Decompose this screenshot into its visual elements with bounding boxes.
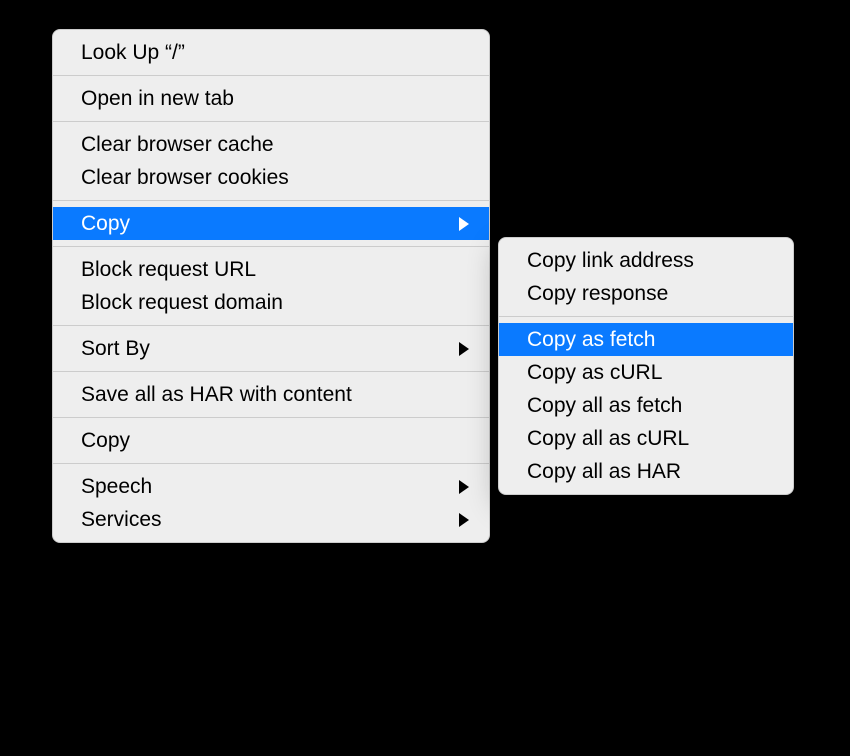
menu-item-label: Block request URL [81, 258, 256, 282]
menu-item-label: Copy as fetch [527, 328, 655, 352]
menu-item-label: Copy [81, 212, 130, 236]
menu-separator [53, 75, 489, 76]
menu-separator [53, 463, 489, 464]
menu-item-lookup[interactable]: Look Up “/” [53, 36, 489, 69]
menu-item-copy-all-as-har[interactable]: Copy all as HAR [499, 455, 793, 488]
menu-item-save-har[interactable]: Save all as HAR with content [53, 378, 489, 411]
menu-item-clear-cache[interactable]: Clear browser cache [53, 128, 489, 161]
submenu-arrow-icon [459, 480, 469, 494]
menu-item-label: Clear browser cookies [81, 166, 289, 190]
menu-item-label: Look Up “/” [81, 41, 185, 65]
menu-separator [53, 200, 489, 201]
menu-item-label: Speech [81, 475, 152, 499]
menu-separator [53, 246, 489, 247]
menu-item-label: Copy link address [527, 249, 694, 273]
menu-item-copy-link-address[interactable]: Copy link address [499, 244, 793, 277]
menu-item-label: Copy all as cURL [527, 427, 689, 451]
menu-item-speech[interactable]: Speech [53, 470, 489, 503]
copy-submenu: Copy link address Copy response Copy as … [498, 237, 794, 495]
main-context-menu: Look Up “/” Open in new tab Clear browse… [52, 29, 490, 543]
menu-item-copy-response[interactable]: Copy response [499, 277, 793, 310]
menu-item-label: Copy as cURL [527, 361, 662, 385]
menu-item-copy-all-as-curl[interactable]: Copy all as cURL [499, 422, 793, 455]
menu-item-label: Copy response [527, 282, 668, 306]
menu-item-copy-plain[interactable]: Copy [53, 424, 489, 457]
menu-item-clear-cookies[interactable]: Clear browser cookies [53, 161, 489, 194]
menu-item-open-new-tab[interactable]: Open in new tab [53, 82, 489, 115]
menu-item-sort-by[interactable]: Sort By [53, 332, 489, 365]
menu-item-label: Services [81, 508, 162, 532]
menu-item-label: Sort By [81, 337, 150, 361]
menu-separator [53, 121, 489, 122]
menu-item-block-request-domain[interactable]: Block request domain [53, 286, 489, 319]
menu-item-copy-all-as-fetch[interactable]: Copy all as fetch [499, 389, 793, 422]
submenu-arrow-icon [459, 513, 469, 527]
menu-item-copy-as-fetch[interactable]: Copy as fetch [499, 323, 793, 356]
menu-item-label: Copy [81, 429, 130, 453]
menu-item-services[interactable]: Services [53, 503, 489, 536]
submenu-arrow-icon [459, 217, 469, 231]
menu-item-label: Open in new tab [81, 87, 234, 111]
menu-item-label: Block request domain [81, 291, 283, 315]
menu-separator [53, 371, 489, 372]
menu-separator [53, 325, 489, 326]
menu-item-copy-submenu[interactable]: Copy [53, 207, 489, 240]
menu-item-copy-as-curl[interactable]: Copy as cURL [499, 356, 793, 389]
menu-item-block-request-url[interactable]: Block request URL [53, 253, 489, 286]
menu-item-label: Save all as HAR with content [81, 383, 352, 407]
menu-separator [53, 417, 489, 418]
menu-item-label: Copy all as HAR [527, 460, 681, 484]
menu-item-label: Clear browser cache [81, 133, 274, 157]
submenu-arrow-icon [459, 342, 469, 356]
menu-separator [499, 316, 793, 317]
menu-item-label: Copy all as fetch [527, 394, 682, 418]
